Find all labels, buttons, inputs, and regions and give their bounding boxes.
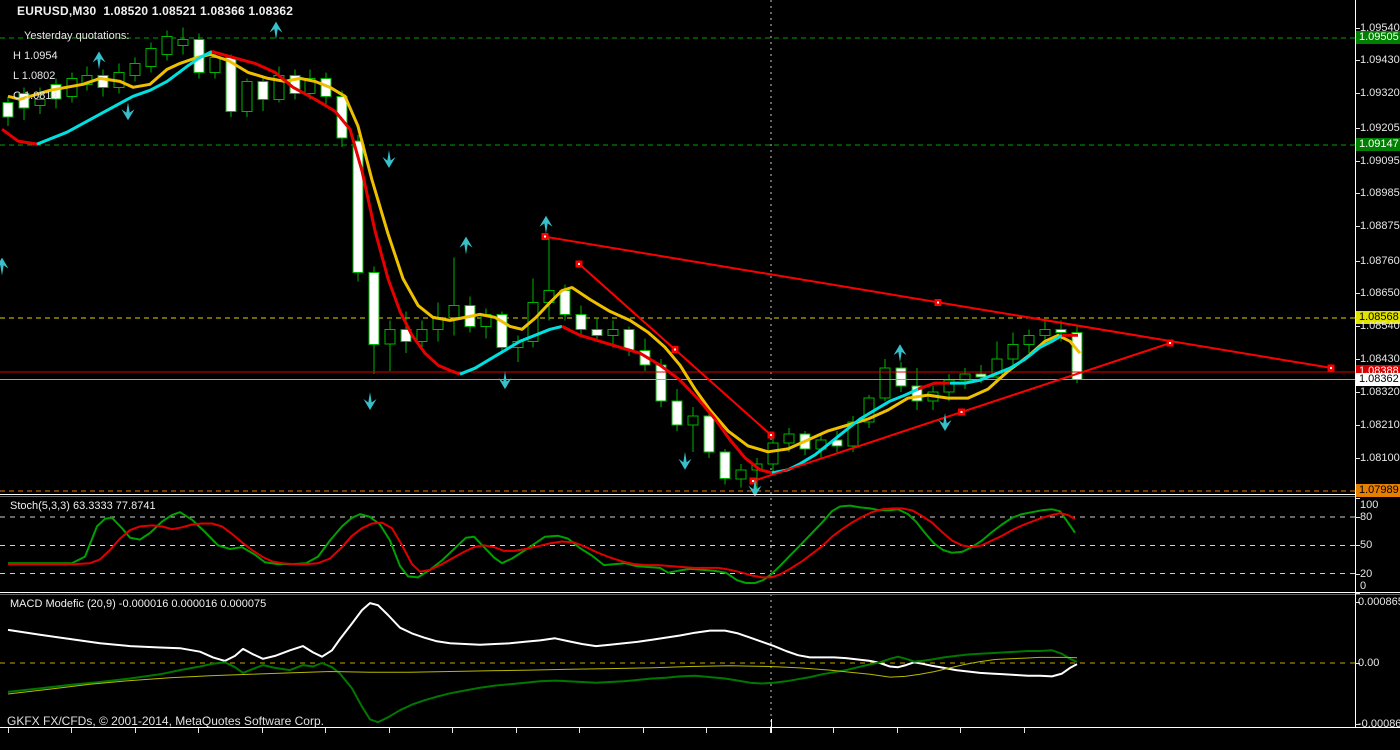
candle-body xyxy=(608,329,618,335)
stochastic-label: Stoch(5,3,3) 63.3333 77.8741 xyxy=(10,500,156,513)
ma-trend-line-up xyxy=(37,52,212,145)
trendline-handle-center xyxy=(1169,342,1171,344)
arrow-down-icon xyxy=(383,150,396,168)
candle-body xyxy=(624,329,634,350)
candle-body xyxy=(130,63,140,75)
candle-body xyxy=(146,49,156,67)
arrow-up-icon xyxy=(460,237,473,255)
trendline-handle-center xyxy=(544,236,546,238)
stoch-axis-label: 80 xyxy=(1360,511,1372,524)
ma-trend-line-down xyxy=(2,129,37,144)
candle-body xyxy=(672,401,682,425)
price-axis-label: 1.08210 xyxy=(1360,419,1400,432)
candle-body xyxy=(1008,344,1018,359)
trendline-handle-center xyxy=(674,349,676,351)
trendline-handle-center xyxy=(770,434,772,436)
price-axis-label: 1.08540 xyxy=(1360,320,1400,333)
arrow-up-icon xyxy=(0,258,9,276)
price-badge: 1.09147 xyxy=(1356,138,1400,151)
macd-axis-label: 0.000865 xyxy=(1358,596,1400,609)
trendline-handle-center xyxy=(578,263,580,265)
price-badge: 1.08362 xyxy=(1356,373,1400,386)
candle-body xyxy=(592,329,602,335)
price-axis-label: 1.08760 xyxy=(1360,255,1400,268)
macd-label: MACD Modefic (20,9) -0.000016 0.000016 0… xyxy=(10,598,266,611)
ma-trend-line-up xyxy=(772,389,918,473)
candle-body xyxy=(1024,335,1034,344)
price-axis-label: 1.09430 xyxy=(1360,54,1400,67)
price-axis-label: 1.08430 xyxy=(1360,353,1400,366)
candle-body xyxy=(736,470,746,479)
candle-body xyxy=(449,305,459,317)
price-axis-label: 1.08100 xyxy=(1360,452,1400,465)
candle-body xyxy=(417,329,427,341)
candle-body xyxy=(242,81,252,111)
candle-body xyxy=(369,273,379,345)
price-axis-label: 1.09540 xyxy=(1360,22,1400,35)
macd-axis-label: -0.000865 xyxy=(1358,718,1400,731)
quotations-heading: Yesterday quotations: xyxy=(24,30,129,43)
arrow-up-icon xyxy=(270,22,283,40)
symbol-title: EURUSD,M30 1.08520 1.08521 1.08366 1.083… xyxy=(17,4,293,18)
trendline-handle-center xyxy=(752,480,754,482)
price-axis-label: 1.08875 xyxy=(1360,220,1400,233)
price-badge: 1.07989 xyxy=(1356,484,1400,497)
trendline-handle-center xyxy=(937,301,939,303)
candle-body xyxy=(704,416,714,452)
time-axis[interactable]: 7 Apr 20157 Apr 02:007 Apr 04:007 Apr 06… xyxy=(0,728,1400,750)
copyright-text: GKFX FX/CFDs, © 2001-2014, MetaQuotes So… xyxy=(7,714,324,728)
macd-signal-line xyxy=(8,650,1077,722)
price-axis-label: 1.09320 xyxy=(1360,87,1400,100)
candle-body xyxy=(258,81,268,99)
quotations-close: C 1.0814 xyxy=(13,90,58,103)
candle-body xyxy=(560,291,570,315)
price-axis-label: 1.08650 xyxy=(1360,287,1400,300)
price-axis-label: 1.08985 xyxy=(1360,187,1400,200)
candle-body xyxy=(896,368,906,386)
mt4-chart-window: EURUSD,M30 1.08520 1.08521 1.08366 1.083… xyxy=(0,0,1400,750)
macd-main-line xyxy=(8,603,1077,676)
arrow-up-icon xyxy=(540,216,553,234)
chart-canvas[interactable] xyxy=(0,0,1400,750)
arrow-up-icon xyxy=(894,344,907,362)
candle-body xyxy=(385,329,395,344)
arrow-down-icon xyxy=(679,452,692,470)
ma-trend-line-up xyxy=(460,326,562,374)
price-axis-label: 1.08320 xyxy=(1360,386,1400,399)
trendline-handle-center xyxy=(1330,367,1332,369)
price-axis-label: 1.09205 xyxy=(1360,122,1400,135)
candle-body xyxy=(178,40,188,46)
quotations-high: H 1.0954 xyxy=(13,50,58,63)
candle-body xyxy=(576,314,586,329)
arrow-up-icon xyxy=(93,51,106,69)
price-axis-label: 1.09095 xyxy=(1360,155,1400,168)
candle-body xyxy=(784,434,794,443)
arrow-down-icon xyxy=(122,102,135,120)
candle-body xyxy=(656,365,666,401)
trendline-handle-center xyxy=(961,411,963,413)
candle-body xyxy=(768,443,778,464)
arrow-down-icon xyxy=(364,392,377,410)
candle-body xyxy=(880,368,890,398)
candle-body xyxy=(720,452,730,479)
candle-body xyxy=(210,58,220,73)
candle-body xyxy=(1040,329,1050,335)
candle-body xyxy=(1056,329,1066,332)
stoch-axis-label: 50 xyxy=(1360,539,1372,552)
candle-body xyxy=(3,102,13,117)
macd-axis-label: 0.00 xyxy=(1358,657,1379,670)
candle-body xyxy=(688,416,698,425)
stoch-axis-label: 0 xyxy=(1360,580,1366,593)
quotations-low: L 1.0802 xyxy=(13,70,55,83)
arrow-down-icon xyxy=(499,371,512,389)
candle-body xyxy=(162,37,172,55)
